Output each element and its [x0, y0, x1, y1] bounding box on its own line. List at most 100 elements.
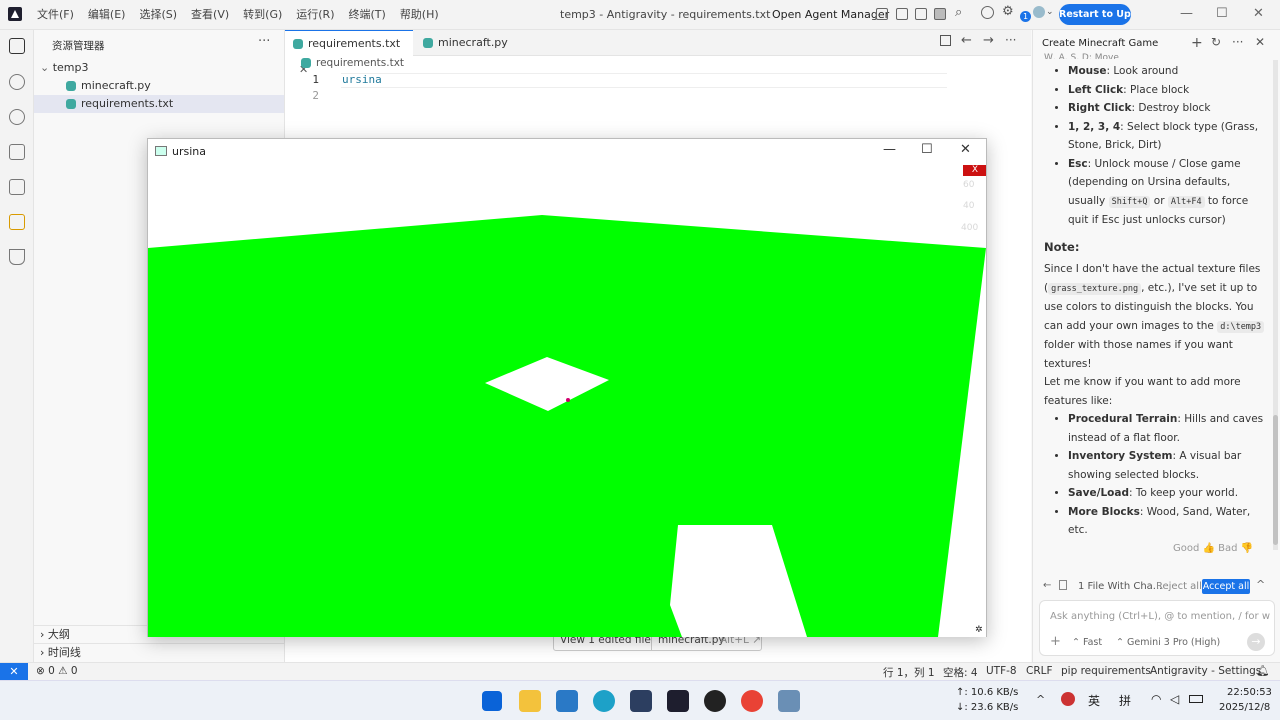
chat-scrollbar[interactable]	[1273, 60, 1278, 550]
volume-icon[interactable]: ◁	[1170, 692, 1179, 706]
menu-terminal[interactable]: 终端(T)	[342, 0, 393, 30]
minimize-button[interactable]: —	[1180, 6, 1193, 21]
add-context-icon[interactable]: +	[1050, 634, 1061, 649]
chat-input[interactable]: Ask anything (Ctrl+L), @ to mention, / f…	[1039, 600, 1275, 656]
qq-icon[interactable]	[704, 690, 726, 712]
arrow-left-icon[interactable]: ←	[1043, 580, 1051, 591]
menu-view[interactable]: 查看(V)	[184, 0, 236, 30]
wifi-icon[interactable]: ◠	[1151, 692, 1161, 706]
thumbs-up-icon[interactable]: 👍	[1199, 543, 1218, 554]
timeline-section[interactable]: › 时间线	[34, 643, 285, 661]
bell-icon[interactable]: 🔔︎	[1256, 664, 1269, 677]
send-arrow-icon[interactable]: →	[1247, 633, 1265, 651]
file-minecraft-py[interactable]: minecraft.py	[34, 77, 284, 95]
mode-selector[interactable]: ⌃ Fast	[1072, 637, 1102, 648]
antigravity-app-icon[interactable]	[667, 690, 689, 712]
start-menu-icon[interactable]	[482, 691, 502, 711]
ime-language[interactable]: 英	[1088, 692, 1100, 709]
chevron-down-icon[interactable]: ⌄	[1046, 7, 1054, 17]
feature-key: Procedural Terrain	[1068, 413, 1178, 425]
chrome-icon[interactable]	[741, 690, 763, 712]
exit-button[interactable]: X	[963, 165, 986, 176]
search-icon[interactable]: ⌕	[955, 5, 962, 20]
accept-all-button[interactable]: Accept all	[1202, 579, 1250, 594]
tray-app-icon[interactable]	[1061, 692, 1075, 706]
folder-temp3[interactable]: ⌄ temp3	[34, 59, 284, 77]
bad-button[interactable]: Bad	[1218, 543, 1237, 554]
open-agent-manager-button[interactable]: Open Agent Manager	[772, 8, 889, 21]
avatar[interactable]	[1033, 6, 1045, 18]
tab-requirements-txt[interactable]: requirements.txt ✕	[285, 30, 413, 76]
more-actions-icon[interactable]: ···	[258, 34, 270, 49]
clock-date[interactable]: 2025/12/8	[1219, 702, 1270, 713]
indentation[interactable]: 空格: 4	[943, 665, 978, 680]
line-ending[interactable]: CRLF	[1026, 665, 1053, 677]
grass-floor[interactable]	[148, 215, 986, 637]
language-mode[interactable]: pip requirements	[1061, 665, 1151, 677]
more-actions-icon[interactable]: ···	[1232, 35, 1243, 49]
encoding[interactable]: UTF-8	[986, 665, 1017, 677]
good-button[interactable]: Good	[1173, 543, 1199, 554]
menu-file[interactable]: 文件(F)	[30, 0, 81, 30]
account-badge[interactable]: 1	[1020, 11, 1031, 22]
close-icon[interactable]: ✕	[1255, 35, 1265, 49]
photos-app-icon[interactable]	[556, 690, 578, 712]
globe-icon[interactable]	[981, 6, 994, 19]
scrollbar-thumb[interactable]	[1273, 415, 1278, 545]
menu-help[interactable]: 帮助(H)	[393, 0, 446, 30]
gear-icon: ✲	[975, 625, 983, 635]
extensions-icon[interactable]	[9, 214, 25, 230]
ursina-minimize-button[interactable]: —	[883, 142, 896, 157]
cursor-position[interactable]: 行 1，列 1	[883, 665, 935, 680]
testing-flask-icon[interactable]	[9, 249, 25, 265]
python-file-icon	[293, 39, 303, 49]
folder-label: temp3	[52, 61, 89, 74]
more-actions-icon[interactable]: ···	[1005, 33, 1016, 47]
split-editor-icon[interactable]	[940, 35, 951, 46]
gear-icon[interactable]: ⚙	[1002, 4, 1014, 19]
chevron-up-icon[interactable]: ^	[1256, 578, 1265, 591]
toggle-secondary-sidebar-icon[interactable]	[934, 8, 946, 20]
toggle-panel-icon[interactable]	[915, 8, 927, 20]
restart-to-update-button[interactable]: Restart to Update →	[1059, 4, 1131, 25]
breadcrumb-file[interactable]: requirements.txt	[316, 57, 404, 69]
edge-browser-icon[interactable]	[593, 690, 615, 712]
game-scene[interactable]: 60 40 400	[148, 164, 986, 637]
search-icon[interactable]	[9, 74, 25, 90]
close-button[interactable]: ✕	[1253, 6, 1264, 21]
explorer-icon[interactable]	[9, 38, 25, 54]
menu-edit[interactable]: 编辑(E)	[81, 0, 133, 30]
history-icon[interactable]: ↻	[1211, 35, 1221, 49]
thumbs-down-icon[interactable]: 👎	[1238, 543, 1253, 554]
arrow-left-icon[interactable]: ←	[961, 33, 972, 48]
problems-indicator[interactable]: ⊗ 0 ⚠ 0	[36, 665, 78, 677]
clock-time[interactable]: 22:50:53	[1227, 687, 1272, 698]
feature-key: Save/Load	[1068, 487, 1129, 499]
customize-layout-icon[interactable]	[876, 8, 888, 20]
app-icon[interactable]	[630, 690, 652, 712]
file-explorer-icon[interactable]	[519, 690, 541, 712]
settings-link[interactable]: Antigravity - Settings	[1150, 665, 1261, 677]
menu-go[interactable]: 转到(G)	[236, 0, 289, 30]
maximize-button[interactable]: ☐	[1216, 6, 1228, 21]
tab-minecraft-py[interactable]: minecraft.py	[415, 30, 515, 56]
ime-mode[interactable]: 拼	[1119, 692, 1131, 709]
python-window-icon[interactable]	[778, 690, 800, 712]
files-changed-label[interactable]: 1 File With Cha...	[1078, 581, 1162, 592]
ursina-close-button[interactable]: ✕	[960, 142, 971, 157]
menu-selection[interactable]: 选择(S)	[132, 0, 184, 30]
chevron-up-icon[interactable]: ^	[1036, 693, 1045, 706]
remote-explorer-icon[interactable]	[9, 179, 25, 195]
toggle-sidebar-icon[interactable]	[896, 8, 908, 20]
remote-indicator-icon[interactable]: ✕	[0, 663, 28, 681]
reject-all-button[interactable]: Reject all	[1156, 581, 1202, 592]
ursina-maximize-button[interactable]: ☐	[921, 142, 933, 157]
battery-icon[interactable]	[1189, 695, 1203, 703]
file-requirements-txt[interactable]: requirements.txt	[34, 95, 284, 113]
arrow-right-icon[interactable]: →	[983, 33, 994, 48]
source-control-icon[interactable]	[9, 109, 25, 125]
game-viewport[interactable]: 60 40 400 X ✲	[148, 164, 986, 637]
run-debug-icon[interactable]	[9, 144, 25, 160]
menu-run[interactable]: 运行(R)	[289, 0, 341, 30]
model-selector[interactable]: ⌃ Gemini 3 Pro (High)	[1116, 637, 1220, 648]
